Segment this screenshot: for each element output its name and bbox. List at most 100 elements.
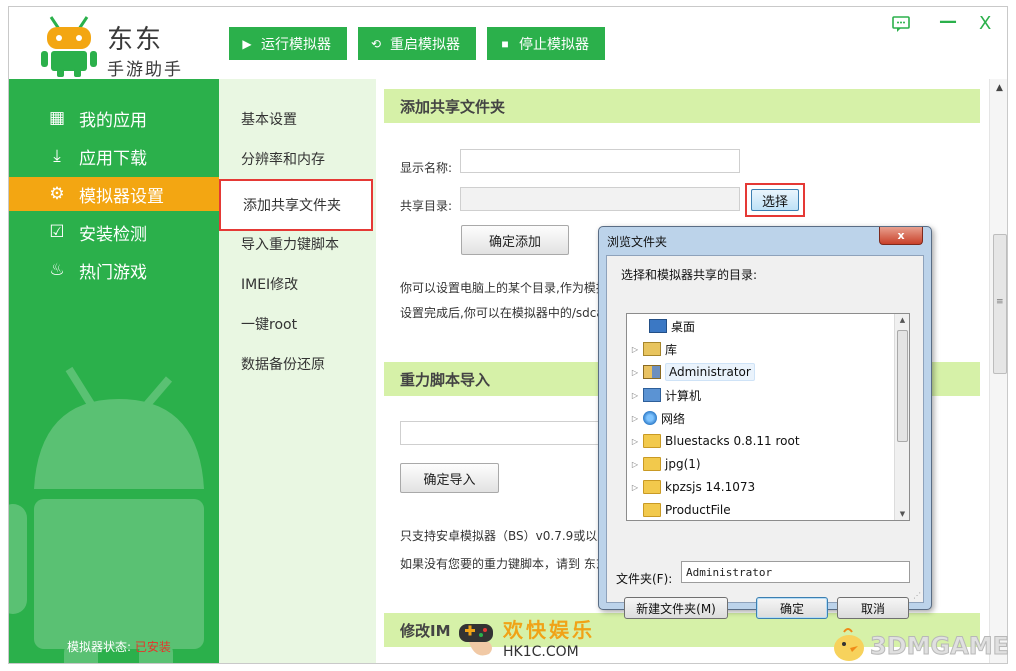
dialog-prompt: 选择和模拟器共享的目录:: [621, 268, 758, 282]
resize-grip-icon[interactable]: ⋰: [913, 591, 921, 600]
tree-item-label: 库: [665, 342, 678, 357]
subnav-imei-modify[interactable]: IMEI修改: [219, 264, 376, 304]
app-title: 东东: [107, 25, 164, 55]
header: 东东 手游助手 ▶ 运行模拟器 ⟲ 重启模拟器 ■ 停止模拟器 — X: [9, 7, 1007, 80]
share-desc-line2: 设置完成后,你可以在模拟器中的/sdca: [400, 306, 604, 320]
folder-icon: [643, 503, 661, 517]
display-name-label: 显示名称:: [400, 161, 453, 175]
restart-emulator-label: 重启模拟器: [390, 35, 460, 52]
expand-arrow-icon[interactable]: ▷: [629, 414, 641, 423]
close-button[interactable]: X: [979, 13, 991, 34]
subnav-basic-settings[interactable]: 基本设置: [219, 99, 376, 139]
subnav-data-backup-restore[interactable]: 数据备份还原: [219, 344, 376, 384]
scroll-up-arrow-icon[interactable]: ▲: [990, 83, 1007, 93]
new-folder-button[interactable]: 新建文件夹(M): [624, 597, 728, 619]
expand-arrow-icon[interactable]: ▷: [629, 391, 641, 400]
confirm-add-button[interactable]: 确定添加: [461, 225, 569, 255]
display-name-input[interactable]: [460, 149, 740, 173]
restart-icon: ⟲: [370, 36, 382, 51]
expand-arrow-icon[interactable]: ▷: [629, 460, 641, 469]
pick-folder-button[interactable]: 选择: [751, 189, 799, 211]
expand-arrow-icon[interactable]: ▷: [629, 483, 641, 492]
folder-field-input[interactable]: [681, 561, 910, 583]
browse-folder-dialog: 浏览文件夹 x 选择和模拟器共享的目录: 桌面 ▷ 库 ▷ Administra…: [598, 226, 932, 619]
settings-subnav: 基本设置 分辨率和内存 添加共享文件夹 导入重力键脚本 IMEI修改 一键roo…: [219, 79, 376, 663]
tree-scrollbar-thumb[interactable]: [897, 330, 908, 442]
folder-icon: [643, 434, 661, 448]
dialog-ok-button[interactable]: 确定: [756, 597, 828, 619]
folder-field-label: 文件夹(F):: [616, 572, 673, 586]
tree-item-jpg[interactable]: ▷ jpg(1): [629, 453, 701, 475]
run-emulator-label: 运行模拟器: [261, 35, 331, 52]
nav-my-apps-label: 我的应用: [79, 110, 147, 131]
tree-scroll-down-icon[interactable]: ▼: [895, 510, 909, 518]
android-logo-icon: [41, 16, 97, 77]
watermark-hk1c-title: 欢快娱乐: [503, 618, 595, 642]
tree-item-library[interactable]: ▷ 库: [629, 338, 677, 360]
tree-item-label: ProductFile: [665, 503, 731, 517]
grip-icon: ≡: [996, 297, 1004, 307]
chick-mascot-icon: [834, 628, 864, 661]
expand-arrow-icon[interactable]: ▷: [629, 345, 641, 354]
nav-install-check-label: 安装检测: [79, 224, 147, 245]
grid-icon: ▦: [48, 108, 66, 128]
expand-arrow-icon[interactable]: ▷: [629, 368, 641, 377]
share-section-title: 添加共享文件夹: [384, 89, 980, 123]
gear-icon: ⚙: [49, 184, 65, 204]
gravity-desc-line1: 只支持安卓模拟器（BS）v0.7.9或以上: [400, 529, 610, 543]
library-icon: [643, 342, 661, 356]
tree-scrollbar[interactable]: ▲ ▼: [894, 314, 909, 520]
nav-emulator-settings[interactable]: ⚙ 模拟器设置: [9, 177, 219, 211]
gravity-desc-line2: 如果没有您要的重力键脚本，请到 东东: [400, 557, 608, 571]
feedback-button[interactable]: [891, 15, 911, 38]
scrollbar-thumb[interactable]: ≡: [993, 234, 1007, 374]
tree-item-bluestacks[interactable]: ▷ Bluestacks 0.8.11 root: [629, 430, 800, 452]
tree-item-network[interactable]: ▷ 网络: [629, 407, 685, 429]
minimize-button[interactable]: —: [939, 11, 957, 32]
tree-item-desktop[interactable]: 桌面: [635, 315, 695, 337]
confirm-import-button[interactable]: 确定导入: [400, 463, 499, 493]
tree-item-label: jpg(1): [665, 457, 701, 471]
share-dir-input[interactable]: [460, 187, 740, 211]
tree-item-label: 计算机: [665, 388, 702, 403]
expand-arrow-icon[interactable]: ▷: [629, 437, 641, 446]
logo: 东东 手游助手: [37, 11, 217, 80]
tree-item-administrator[interactable]: ▷ Administrator: [629, 361, 755, 383]
hot-icon: ♨: [49, 260, 65, 280]
pick-button-highlight: 选择: [745, 183, 805, 217]
main-scrollbar[interactable]: ▲ ≡: [989, 79, 1007, 663]
desktop-icon: [649, 319, 667, 333]
tree-item-computer[interactable]: ▷ 计算机: [629, 384, 701, 406]
tree-item-productfile[interactable]: ProductFile: [629, 499, 731, 520]
tree-item-label: Bluestacks 0.8.11 root: [665, 434, 800, 448]
emulator-status: 模拟器状态: 已安装: [67, 638, 171, 655]
watermark-3dmgame-text: 3DMGAME: [869, 632, 1010, 661]
user-folder-icon: [643, 365, 661, 379]
chat-bubble-icon: [892, 16, 910, 32]
subnav-import-gravity-script[interactable]: 导入重力键脚本: [219, 224, 376, 264]
nav-app-download[interactable]: ⤓ 应用下载: [9, 139, 219, 173]
stop-emulator-button[interactable]: ■ 停止模拟器: [487, 27, 605, 60]
nav-emulator-settings-label: 模拟器设置: [79, 186, 164, 207]
run-emulator-button[interactable]: ▶ 运行模拟器: [229, 27, 347, 60]
nav-app-download-label: 应用下载: [79, 148, 147, 169]
tree-item-label: 网络: [661, 411, 686, 426]
dialog-cancel-button[interactable]: 取消: [837, 597, 909, 619]
nav-install-check[interactable]: ☑ 安装检测: [9, 215, 219, 249]
dialog-body: 选择和模拟器共享的目录: 桌面 ▷ 库 ▷ Administrator ▷ 计算…: [606, 255, 924, 619]
dialog-title: 浏览文件夹: [607, 235, 668, 249]
tree-item-label: kpzsjs 14.1073: [665, 480, 756, 494]
folder-icon: [643, 480, 661, 494]
nav-my-apps[interactable]: ▦ 我的应用: [9, 101, 219, 135]
gamepad-hand-icon: [459, 624, 493, 656]
watermark-hk1c-url: HK1C.COM: [503, 644, 579, 660]
tree-item-label: Administrator: [665, 363, 755, 381]
subnav-one-click-root[interactable]: 一键root: [219, 304, 376, 344]
tree-item-kpzsjs[interactable]: ▷ kpzsjs 14.1073: [629, 476, 755, 498]
subnav-resolution-memory[interactable]: 分辨率和内存: [219, 139, 376, 179]
tree-scroll-up-icon[interactable]: ▲: [895, 316, 909, 324]
dialog-close-button[interactable]: x: [879, 227, 923, 245]
restart-emulator-button[interactable]: ⟲ 重启模拟器: [358, 27, 476, 60]
stop-icon: ■: [501, 36, 509, 51]
nav-hot-games[interactable]: ♨ 热门游戏: [9, 253, 219, 287]
